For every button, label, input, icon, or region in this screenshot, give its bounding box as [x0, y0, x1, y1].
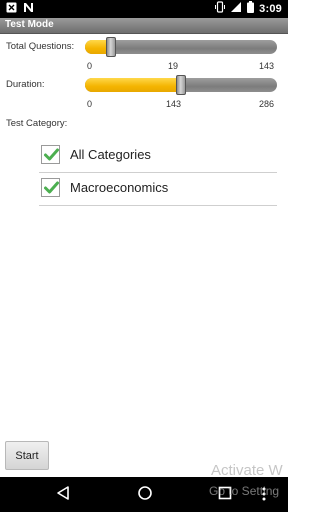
total-questions-value: 19: [168, 61, 179, 71]
n-app-icon: [23, 0, 34, 18]
duration-min: 0: [87, 99, 93, 109]
status-bar: 3:09: [0, 0, 288, 18]
status-time: 3:09: [259, 3, 282, 15]
checkbox-all-categories[interactable]: [41, 145, 60, 164]
list-item-all-categories[interactable]: All Categories: [39, 139, 277, 173]
all-categories-label: All Categories: [70, 147, 151, 162]
list-item-macroeconomics[interactable]: Macroeconomics: [39, 172, 277, 206]
checkmark-icon: [44, 148, 59, 161]
slider-fill: [85, 78, 181, 92]
battery-icon: [247, 0, 255, 18]
start-button[interactable]: Start: [5, 441, 49, 470]
total-questions-slider[interactable]: [85, 37, 277, 57]
home-icon[interactable]: [137, 485, 153, 506]
checkmark-icon: [44, 181, 59, 194]
vibrate-icon: [215, 0, 226, 18]
total-questions-max: 143: [259, 61, 275, 71]
slider-thumb[interactable]: [176, 75, 186, 95]
duration-max: 286: [259, 99, 275, 109]
status-bar-right: 3:09: [215, 1, 282, 17]
duration-slider[interactable]: [85, 75, 277, 95]
total-questions-label: Total Questions:: [6, 41, 75, 52]
total-questions-min: 0: [87, 61, 93, 71]
status-bar-left: [6, 2, 34, 16]
activate-watermark-line2: Go to Setting: [209, 484, 280, 498]
notification-icon: [6, 0, 17, 18]
slider-thumb[interactable]: [105, 37, 116, 57]
macroeconomics-label: Macroeconomics: [70, 180, 169, 195]
test-category-label: Test Category:: [6, 118, 68, 129]
back-icon[interactable]: [56, 485, 70, 506]
page-title: Test Mode: [5, 19, 54, 30]
duration-value: 143: [166, 99, 182, 109]
checkbox-macroeconomics[interactable]: [41, 178, 60, 197]
signal-icon: [230, 0, 242, 18]
title-bar: Test Mode: [0, 18, 288, 34]
duration-label: Duration:: [6, 79, 45, 90]
